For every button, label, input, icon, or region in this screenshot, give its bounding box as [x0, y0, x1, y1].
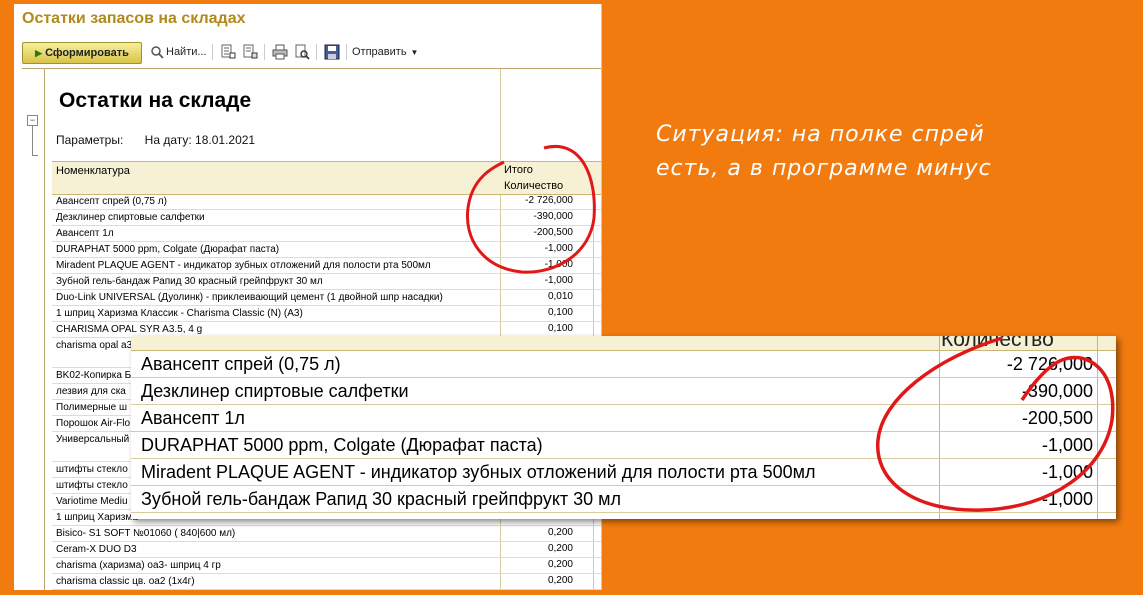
- zoomed-table-callout: Количество Авансепт спрей (0,75 л) -2 726…: [131, 336, 1116, 519]
- row-name: Авансепт спрей (0,75 л): [56, 196, 167, 207]
- caption-line-2: есть, а в программе минус: [656, 156, 992, 181]
- zoom-table-row: Дезклинер спиртовые салфетки -390,000: [131, 378, 1116, 405]
- toolbar-divider: [212, 44, 213, 60]
- params-value: На дату: 18.01.2021: [144, 133, 256, 147]
- zoom-table-row: Miradent PLAQUE AGENT - индикатор зубных…: [131, 459, 1116, 486]
- zoom-row-qty: -1,000: [1041, 489, 1093, 509]
- row-name: Зубной гель-бандаж Рапид 30 красный грей…: [56, 276, 323, 287]
- table-row[interactable]: Bisico- S1 SOFT №01060 ( 840|600 мл) 0,20…: [52, 526, 601, 542]
- row-qty: 0,200: [547, 527, 573, 538]
- outline-gutter: −: [22, 69, 45, 590]
- outline-tick: [32, 155, 38, 156]
- expand-groups-icon[interactable]: [220, 44, 236, 60]
- row-qty: -200,500: [533, 227, 573, 238]
- column-header-qty: Количество: [504, 180, 564, 192]
- caption-line-1: Ситуация: на полке спрей: [656, 122, 985, 147]
- zoom-table-row: Авансепт спрей (0,75 л) -2 726,000: [131, 351, 1116, 378]
- zoom-table-body: Авансепт спрей (0,75 л) -2 726,000 Дезклин…: [131, 351, 1116, 513]
- table-header: Номенклатура Итого Количество: [52, 161, 601, 195]
- zoom-row-qty: -390,000: [1021, 381, 1093, 401]
- find-button[interactable]: Найти...: [150, 42, 207, 62]
- table-row[interactable]: charisma (харизма) oa3- шприц 4 гр 0,200: [52, 558, 601, 574]
- zoom-row-qty: -1,000: [1041, 435, 1093, 455]
- zoom-table-row: Зубной гель-бандаж Рапид 30 красный грей…: [131, 486, 1116, 513]
- zoom-row-name: Зубной гель-бандаж Рапид 30 красный грей…: [141, 489, 622, 509]
- window-title: Остатки запасов на складах: [22, 10, 246, 27]
- row-name: Miradent PLAQUE AGENT - индикатор зубных…: [56, 260, 431, 271]
- caption-text: Ситуация: на полке спрей есть, а в прогр…: [656, 118, 1086, 186]
- row-qty: 0,100: [547, 323, 573, 334]
- collapse-group-icon[interactable]: −: [27, 115, 38, 126]
- zoom-row-qty: -2 726,000: [1006, 354, 1093, 374]
- toolbar-divider: [316, 44, 317, 60]
- row-qty: -2 726,000: [525, 195, 573, 206]
- row-name: charisma (харизма) oa3- шприц 4 гр: [56, 560, 221, 571]
- row-qty: 0,200: [547, 575, 573, 586]
- row-qty: -1,000: [544, 275, 573, 286]
- table-row[interactable]: Авансепт 1л -200,500: [52, 226, 601, 242]
- row-qty: 0,100: [547, 307, 573, 318]
- row-qty: 0,010: [547, 291, 573, 302]
- toolbar: ▶ Сформировать Найти... Отправить ▼: [14, 38, 601, 66]
- row-name: DURAPHAT 5000 ppm, Colgate (Дюрафат паст…: [56, 244, 280, 255]
- params-label: Параметры:: [56, 133, 124, 147]
- zoom-row-name: DURAPHAT 5000 ppm, Colgate (Дюрафат паст…: [141, 435, 543, 455]
- report-title: Остатки на складе: [59, 89, 252, 112]
- table-row[interactable]: Авансепт спрей (0,75 л) -2 726,000: [52, 194, 601, 210]
- table-row[interactable]: Зубной гель-бандаж Рапид 30 красный грей…: [52, 274, 601, 290]
- table-row[interactable]: Ceram-X DUO D3 0,200: [52, 542, 601, 558]
- zoom-row-name: Авансепт спрей (0,75 л): [141, 354, 341, 374]
- row-name: Дезклинер спиртовые салфетки: [56, 212, 205, 223]
- row-qty: -390,000: [533, 211, 573, 222]
- toolbar-divider: [346, 44, 347, 60]
- form-report-label: Сформировать: [45, 47, 129, 59]
- table-row[interactable]: charisma classic цв. oa2 (1x4г) 0,200: [52, 574, 601, 590]
- zoom-row-name: Miradent PLAQUE AGENT - индикатор зубных…: [141, 462, 816, 482]
- row-name: 1 шприц Харизма Классик - Charisma Class…: [56, 308, 303, 319]
- collapse-groups-icon[interactable]: [242, 44, 258, 60]
- zoom-row-qty: -1,000: [1041, 462, 1093, 482]
- zoom-table-row: Авансепт 1л -200,500: [131, 405, 1116, 432]
- zoom-row-name: Дезклинер спиртовые салфетки: [141, 381, 409, 401]
- table-row[interactable]: DURAPHAT 5000 ppm, Colgate (Дюрафат паст…: [52, 242, 601, 258]
- row-name: Bisico- S1 SOFT №01060 ( 840|600 мл): [56, 528, 236, 539]
- zoom-header: Количество: [131, 336, 1116, 351]
- form-report-button[interactable]: ▶ Сформировать: [22, 42, 142, 64]
- row-name: charisma classic цв. oa2 (1x4г): [56, 576, 195, 587]
- row-name: Авансепт 1л: [56, 228, 114, 239]
- row-qty: 0,200: [547, 543, 573, 554]
- column-header-name: Номенклатура: [56, 165, 130, 177]
- zoom-table-row: DURAPHAT 5000 ppm, Colgate (Дюрафат паст…: [131, 432, 1116, 459]
- report-parameters: Параметры: На дату: 18.01.2021: [56, 133, 255, 147]
- send-label: Отправить: [352, 46, 407, 58]
- row-qty: 0,200: [547, 559, 573, 570]
- toolbar-divider: [264, 44, 265, 60]
- row-name: Duo-Link UNIVERSAL (Дуолинк) - приклеива…: [56, 292, 443, 303]
- zoom-row-qty: -200,500: [1021, 408, 1093, 428]
- column-header-total: Итого: [504, 164, 533, 176]
- print-preview-icon[interactable]: [294, 44, 310, 60]
- zoom-row-name: Авансепт 1л: [141, 408, 245, 428]
- outline-line: [32, 126, 33, 156]
- send-button[interactable]: Отправить ▼: [352, 42, 418, 62]
- row-qty: -1,000: [544, 243, 573, 254]
- search-icon: [151, 46, 164, 59]
- row-name: CHARISMA OPAL SYR A3.5, 4 g: [56, 324, 203, 335]
- print-icon[interactable]: [272, 44, 288, 60]
- row-qty: -1,000: [544, 259, 573, 270]
- table-row[interactable]: 1 шприц Харизма Классик - Charisma Class…: [52, 306, 601, 322]
- table-row[interactable]: Miradent PLAQUE AGENT - индикатор зубных…: [52, 258, 601, 274]
- chevron-down-icon: ▼: [410, 47, 419, 57]
- zoom-column-header-qty: Количество: [941, 336, 1054, 351]
- find-label: Найти...: [166, 46, 207, 58]
- table-row[interactable]: Дезклинер спиртовые салфетки -390,000: [52, 210, 601, 226]
- table-row[interactable]: Duo-Link UNIVERSAL (Дуолинк) - приклеива…: [52, 290, 601, 306]
- play-icon: ▶: [35, 47, 43, 58]
- row-name: Ceram-X DUO D3: [56, 544, 137, 555]
- save-icon[interactable]: [324, 44, 340, 60]
